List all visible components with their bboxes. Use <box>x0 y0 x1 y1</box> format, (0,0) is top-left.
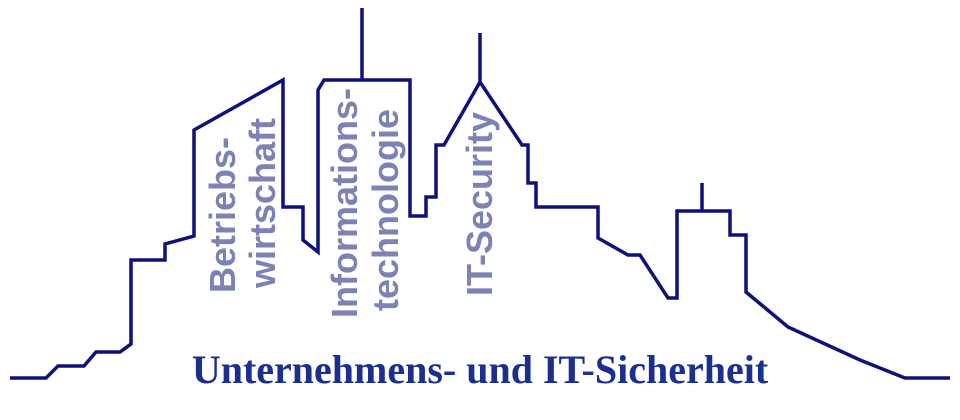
logo-canvas: Betriebs- wirtschaft Informations- techn… <box>0 0 960 420</box>
logo-title: Unternehmens- und IT-Sicherheit <box>191 347 769 392</box>
label-informationstechnologie-line2: technologie <box>365 109 406 311</box>
label-informationstechnologie-line1: Informations- <box>324 88 365 318</box>
label-betriebswirtschaft-line2: wirtschaft <box>242 118 283 289</box>
label-it-security: IT-Security <box>459 112 500 296</box>
label-betriebswirtschaft-line1: Betriebs- <box>202 137 243 293</box>
